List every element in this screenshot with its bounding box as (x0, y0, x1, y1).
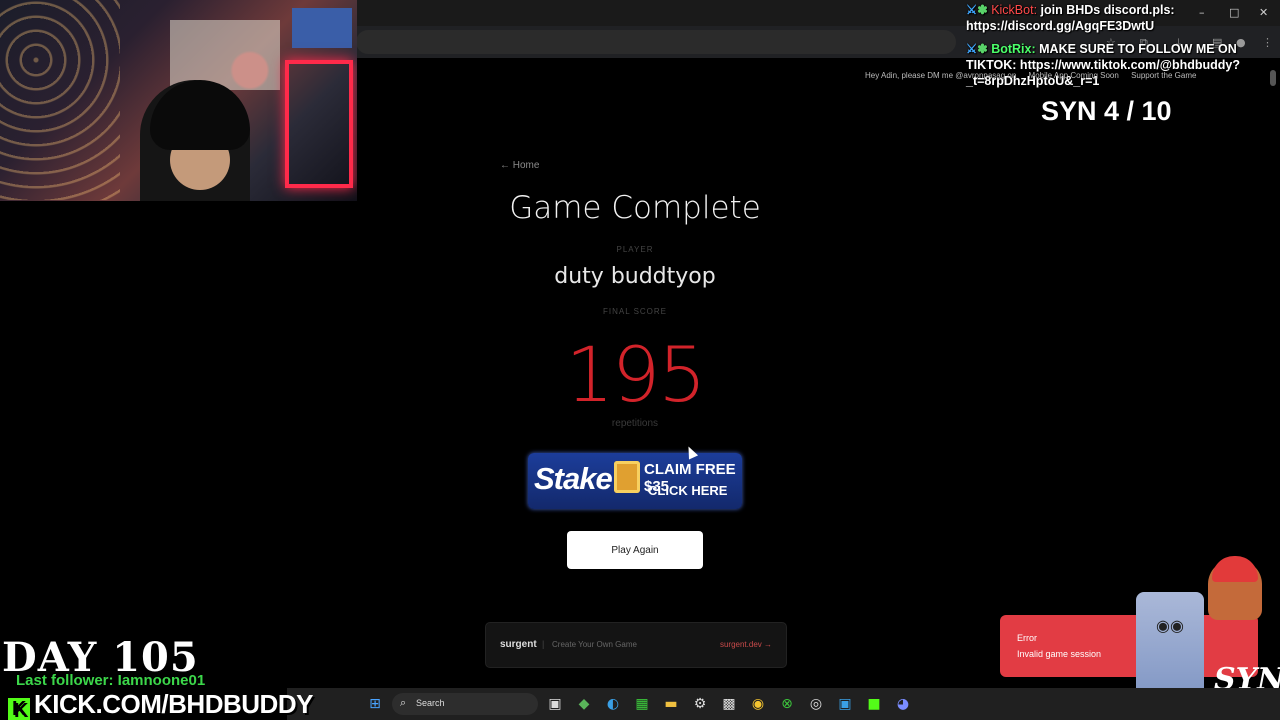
page-scrollbar[interactable] (1270, 66, 1276, 686)
ad-cta: CLICK HERE (648, 483, 728, 498)
syn-counter: SYN 4 / 10 (1041, 96, 1172, 126)
footer-link[interactable]: surgent.dev → (720, 640, 772, 649)
windows-start-icon[interactable]: ⊞ (367, 696, 383, 712)
gift-icon (614, 461, 640, 493)
store-icon[interactable]: ▩ (721, 696, 737, 712)
obs-icon[interactable]: ◎ (808, 696, 824, 712)
search-icon: ⌕ (400, 696, 407, 709)
final-score: 195 (565, 330, 706, 419)
toast-title: Error (1017, 633, 1037, 643)
taskbar-search[interactable]: ⌕ Search (392, 693, 538, 715)
ad-brand: Stake (534, 461, 613, 496)
chopper-mascot (1208, 556, 1262, 620)
chopper-hat (1212, 556, 1258, 582)
sword-icon: ⚔ (966, 3, 978, 17)
score-label: FINAL SCORE (602, 307, 668, 316)
discord-icon[interactable]: ◕ (895, 696, 911, 712)
mobile-app-note: Mobile App Coming Soon (1028, 71, 1119, 80)
spreadsheet-icon[interactable]: ▦ (634, 696, 650, 712)
kick-url: KICK.COM/BHDBUDDY (34, 689, 313, 719)
towelie-mascot: ◉◉ (1136, 592, 1204, 702)
chat-message: ⚔✽ KickBot: join BHDs discord.pls: https… (966, 2, 1266, 34)
toast-message: Invalid game session (1017, 649, 1102, 659)
webcam-overlay (0, 0, 357, 201)
footer-tagline: Create Your Own Game (552, 640, 637, 649)
chat-username: KickBot: (991, 3, 1038, 17)
footer-brand: surgent (500, 639, 537, 650)
mascot-eyes-icon: ◉◉ (1156, 618, 1184, 635)
kick-logo-icon: K (8, 698, 30, 720)
support-link[interactable]: Support the Game (1131, 71, 1196, 80)
edge-icon[interactable]: ◐ (605, 696, 621, 712)
stream-chat: ⚔✽ KickBot: join BHDs discord.pls: https… (966, 2, 1266, 96)
search-label: Search (416, 698, 445, 708)
player-label: PLAYER (616, 245, 654, 254)
star-badge-icon: ✽ (977, 3, 988, 17)
chat-username: BotRix: (991, 42, 1036, 56)
file-explorer-icon[interactable]: ▬ (663, 696, 679, 712)
footer-banner[interactable]: surgent | Create Your Own Game surgent.d… (485, 622, 787, 668)
task-view-icon[interactable]: ▣ (547, 696, 563, 712)
monitor-screen (292, 8, 352, 48)
play-again-button[interactable]: Play Again (567, 531, 703, 569)
page-title: Game Complete (509, 190, 761, 226)
chrome-icon[interactable]: ◉ (750, 696, 766, 712)
chat-message: ⚔✽ BotRix: MAKE SURE TO FOLLOW ME ON TIK… (966, 41, 1266, 89)
dm-note[interactable]: Hey Adin, please DM me @avronpasag on (865, 71, 1016, 80)
fairy-lights (0, 0, 120, 200)
neon-sign (285, 60, 353, 188)
home-link[interactable]: ← Home (500, 160, 539, 171)
last-follower: Last follower: Iamnoone01 (16, 672, 206, 689)
footer-separator: | (542, 639, 545, 649)
settings-icon[interactable]: ⚙ (692, 696, 708, 712)
scrollbar-thumb[interactable] (1270, 70, 1276, 86)
app-icon[interactable]: ◆ (576, 696, 592, 712)
xbox-icon[interactable]: ⊗ (779, 696, 795, 712)
site-nav: Hey Adin, please DM me @avronpasag on Mo… (865, 71, 1206, 80)
address-bar[interactable] (356, 30, 956, 54)
kick-banner: K KICK.COM/BHDBUDDY (8, 689, 313, 720)
stake-ad-banner[interactable]: Stake CLAIM FREE $35 CLICK HERE (528, 453, 742, 509)
player-name: duty buddtyop (554, 264, 716, 289)
app-blue-icon[interactable]: ▣ (837, 696, 853, 712)
sword-icon: ⚔ (966, 42, 978, 56)
score-unit: repetitions (611, 418, 659, 429)
kick-app-icon[interactable]: ■ (866, 696, 882, 712)
star-badge-icon: ✽ (977, 42, 988, 56)
wall-poster (170, 20, 280, 90)
